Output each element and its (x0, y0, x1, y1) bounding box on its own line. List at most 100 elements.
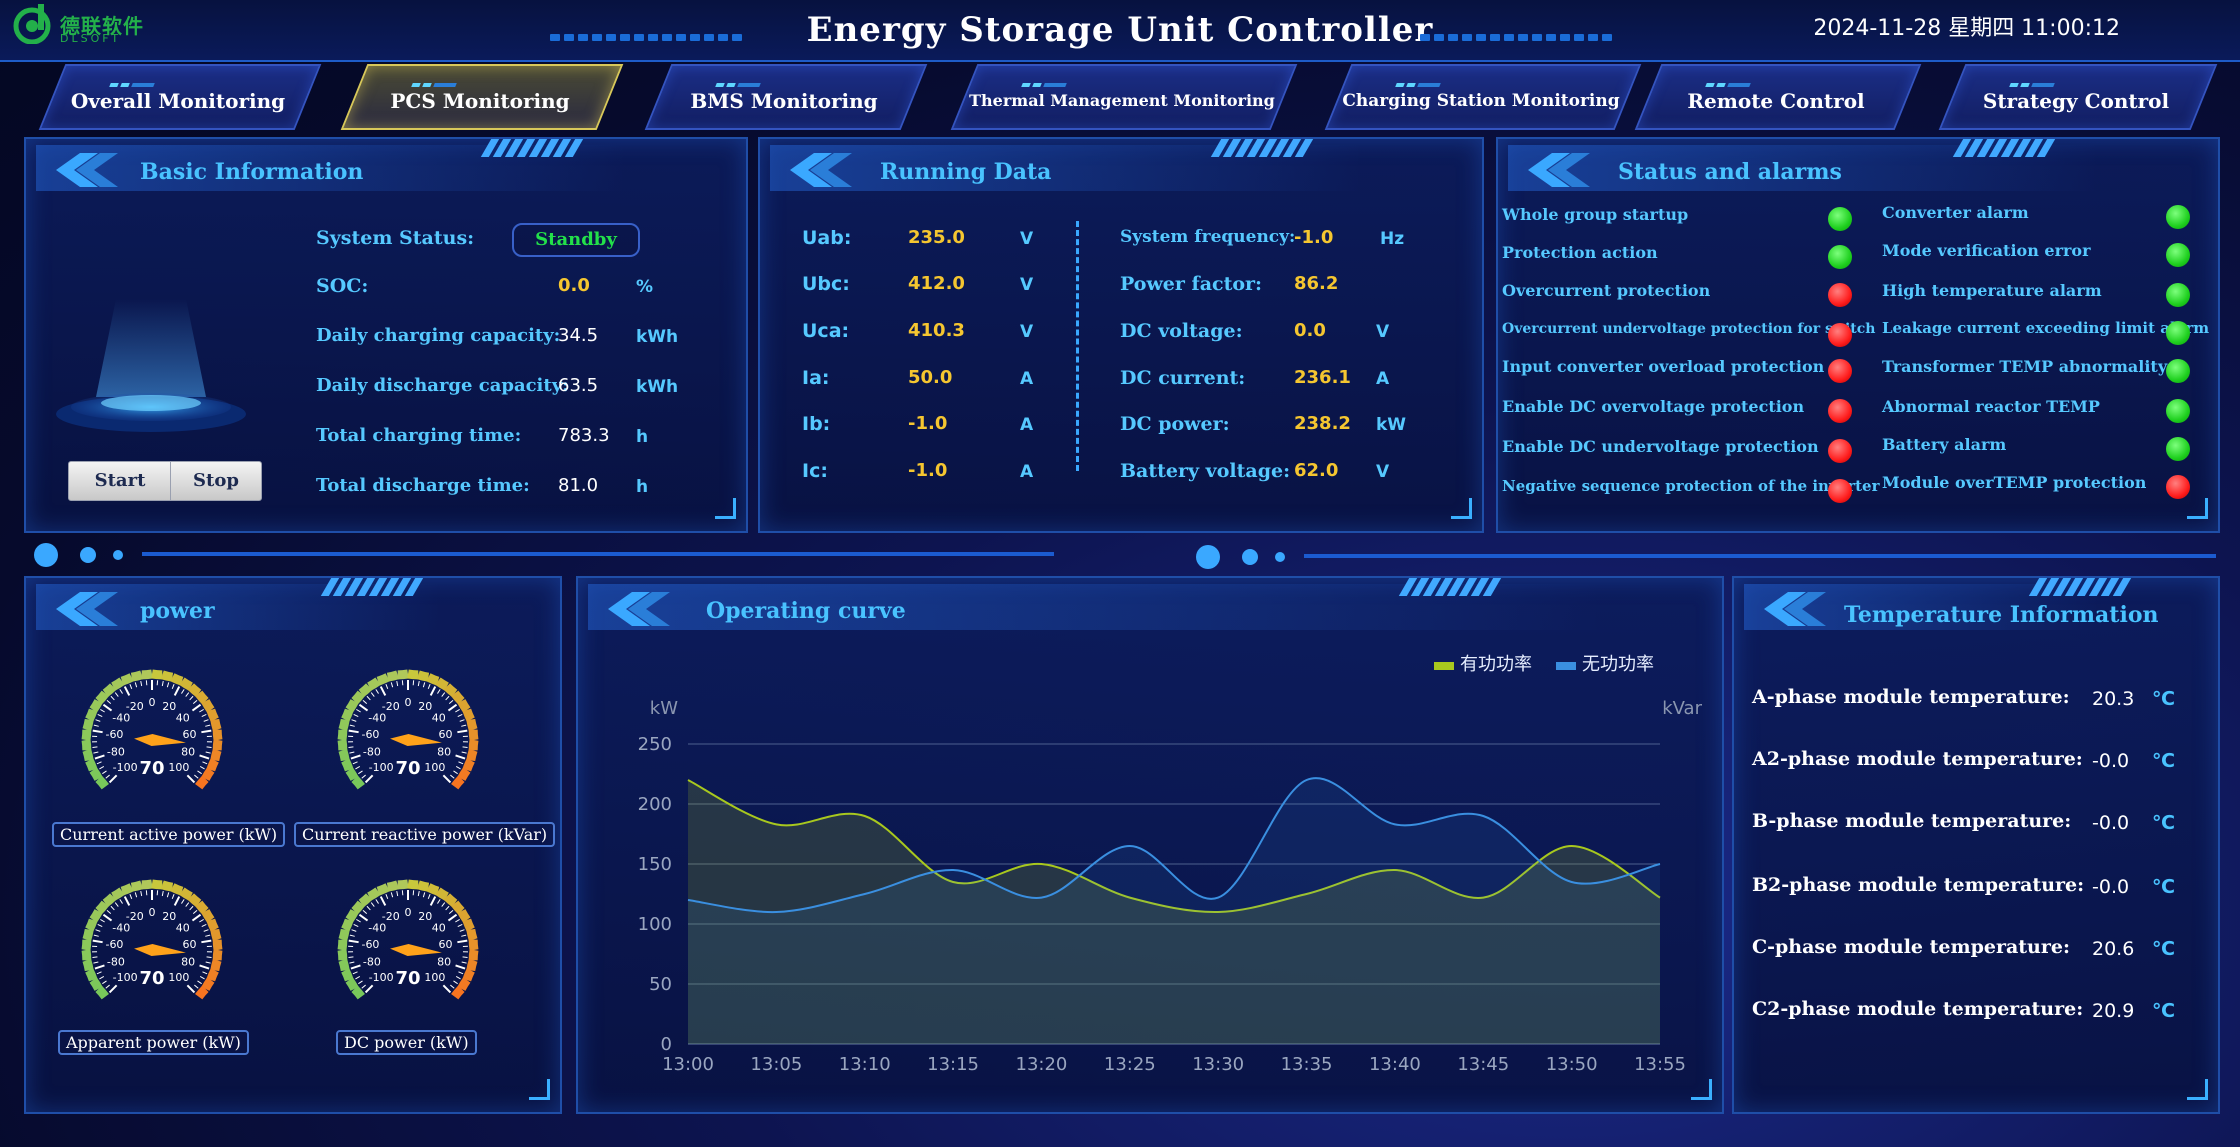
nav-tab-label: BMS Monitoring (690, 89, 878, 113)
gauge-caption: DC power (kW) (336, 1030, 477, 1055)
status-badge: Standby (512, 223, 640, 257)
alarm-label: Overcurrent protection (1502, 281, 1711, 300)
power-panel: power -100 -80 -60 -40 -20 0 20 40 60 80 100 70 Curr… (24, 576, 562, 1114)
gauge-tick-label: 20 (162, 700, 176, 713)
start-button[interactable]: Start (68, 461, 172, 501)
running-left-value: 50.0 (908, 367, 953, 388)
running-right-value: 236.1 (1294, 367, 1351, 388)
gauge-tick-label: -20 (126, 910, 144, 923)
panel-title: Running Data (880, 159, 1052, 185)
gauge-tick-label: 60 (183, 938, 197, 951)
basic-row-unit: kWh (636, 327, 679, 347)
panel-title: Status and alarms (1618, 159, 1842, 185)
x-tick-label: 13:40 (1369, 1054, 1421, 1075)
alarm-label: Enable DC overvoltage protection (1502, 397, 1805, 416)
gauge-caption: Current active power (kW) (52, 822, 286, 847)
chevron-double-icon (56, 153, 118, 187)
stop-button[interactable]: Stop (170, 461, 262, 501)
temp-label: C2-phase module temperature: (1752, 998, 2084, 1020)
nav-tab-label: Remote Control (1687, 89, 1865, 113)
basic-row-unit: h (636, 427, 649, 447)
datetime: 2024-11-28 星期四 11:00:12 (1813, 16, 2120, 41)
running-left-value: 235.0 (908, 227, 965, 248)
gauge-dial: -100-80-60-40-20 0 20406080100 (81, 879, 223, 1000)
alarm-label: Mode verification error (1882, 241, 2091, 260)
alarm-indicator-red (1828, 359, 1852, 383)
running-right-unit: kW (1376, 415, 1407, 435)
running-left-unit: A (1020, 415, 1034, 435)
temp-label: A-phase module temperature: (1752, 686, 2070, 708)
nav-tab-decor (2009, 72, 2060, 87)
nav-tab-label: Thermal Management Monitoring (969, 91, 1275, 110)
running-left-unit: V (1020, 275, 1034, 295)
temperature-panel: Temperature Information A-phase module t… (1732, 576, 2220, 1114)
gauge-caption: Apparent power (kW) (58, 1030, 249, 1055)
y-axis-label-right: kVar (1662, 698, 1702, 719)
alarm-label: Overcurrent undervoltage protection for … (1502, 321, 1876, 337)
gauge-tick-label: -20 (126, 700, 144, 713)
alarm-label: Enable DC undervoltage protection (1502, 437, 1819, 456)
x-tick-label: 13:30 (1192, 1054, 1244, 1075)
panel-title: power (140, 598, 215, 624)
basic-row-label: Daily charging capacity: (316, 325, 561, 346)
running-right-unit: Hz (1380, 229, 1405, 249)
temp-unit: ℃ (2152, 938, 2176, 960)
gauge-needle (390, 944, 442, 956)
nav-tab-decor (1021, 72, 1072, 87)
temp-label: A2-phase module temperature: (1752, 748, 2083, 770)
x-tick-label: 13:10 (839, 1054, 891, 1075)
alarm-indicator-green (2166, 359, 2190, 383)
alarm-indicator-green (2166, 243, 2190, 267)
gauge-tick-label: -60 (361, 938, 379, 951)
running-left-unit: V (1020, 229, 1034, 249)
nav-tab-label: Strategy Control (1982, 89, 2170, 113)
status-alarms-panel: Status and alarms Whole group startup Pro… (1496, 137, 2220, 533)
temp-unit: ℃ (2152, 750, 2176, 772)
alarm-indicator-red (1828, 283, 1852, 307)
alarm-indicator-green (1828, 245, 1852, 269)
gauge-tick-label: -80 (363, 746, 381, 759)
y-tick-label: 200 (638, 794, 672, 815)
running-right-value: 238.2 (1294, 413, 1351, 434)
running-right-label: DC power: (1120, 413, 1230, 435)
nav-tab-decor (1395, 72, 1446, 87)
y-tick-label: 100 (638, 914, 672, 935)
running-left-label: Uca: (802, 320, 850, 342)
legend-swatch (1434, 662, 1454, 670)
gauge-value: 70 (395, 758, 421, 779)
basic-row-unit: % (636, 277, 654, 297)
running-left-unit: A (1020, 369, 1034, 389)
running-right-label: DC current: (1120, 367, 1246, 389)
alarm-label: Abnormal reactor TEMP (1882, 397, 2100, 416)
gauge-dial: -100-80-60-40-20 0 20406080100 (337, 669, 479, 790)
alarm-indicator-red (1828, 323, 1852, 347)
gauge-value: 70 (139, 968, 165, 989)
running-left-value: 412.0 (908, 273, 965, 294)
running-right-unit: V (1376, 322, 1390, 342)
gauge-tick-label: 80 (437, 956, 451, 969)
running-right-label: Power factor: (1120, 273, 1263, 295)
gauge-tick-label: -20 (382, 910, 400, 923)
nav-tab-label: Overall Monitoring (70, 89, 286, 113)
temp-value: -0.0 (2092, 750, 2130, 772)
x-tick-label: 13:20 (1016, 1054, 1068, 1075)
gauge-tick-label: 0 (405, 696, 412, 709)
gauge-tick-label: 60 (439, 938, 453, 951)
column-divider (1076, 221, 1079, 471)
basic-row-label: SOC: (316, 275, 369, 297)
y-axis-label-left: kW (650, 698, 678, 719)
temp-unit: ℃ (2152, 876, 2176, 898)
running-right-value: 86.2 (1294, 273, 1339, 294)
running-left-label: Ib: (802, 413, 831, 435)
y-tick-label: 50 (649, 974, 672, 995)
temp-unit: ℃ (2152, 1000, 2176, 1022)
gauge-tick-label: 60 (439, 728, 453, 741)
basic-row-value: 783.3 (558, 425, 610, 446)
alarm-label: Battery alarm (1882, 435, 2007, 454)
alarm-label: Negative sequence protection of the inve… (1502, 477, 1880, 495)
header-bar: 德联软件 DLSOFT Energy Storage Unit Controll… (0, 0, 2240, 62)
separator-dot (34, 543, 58, 567)
corner-mark (2187, 1079, 2208, 1100)
operating-curve-panel: Operating curve 0 50 100 150 200 250 kW kVar 13:… (576, 576, 1724, 1114)
header-decor-right (1420, 26, 1616, 41)
